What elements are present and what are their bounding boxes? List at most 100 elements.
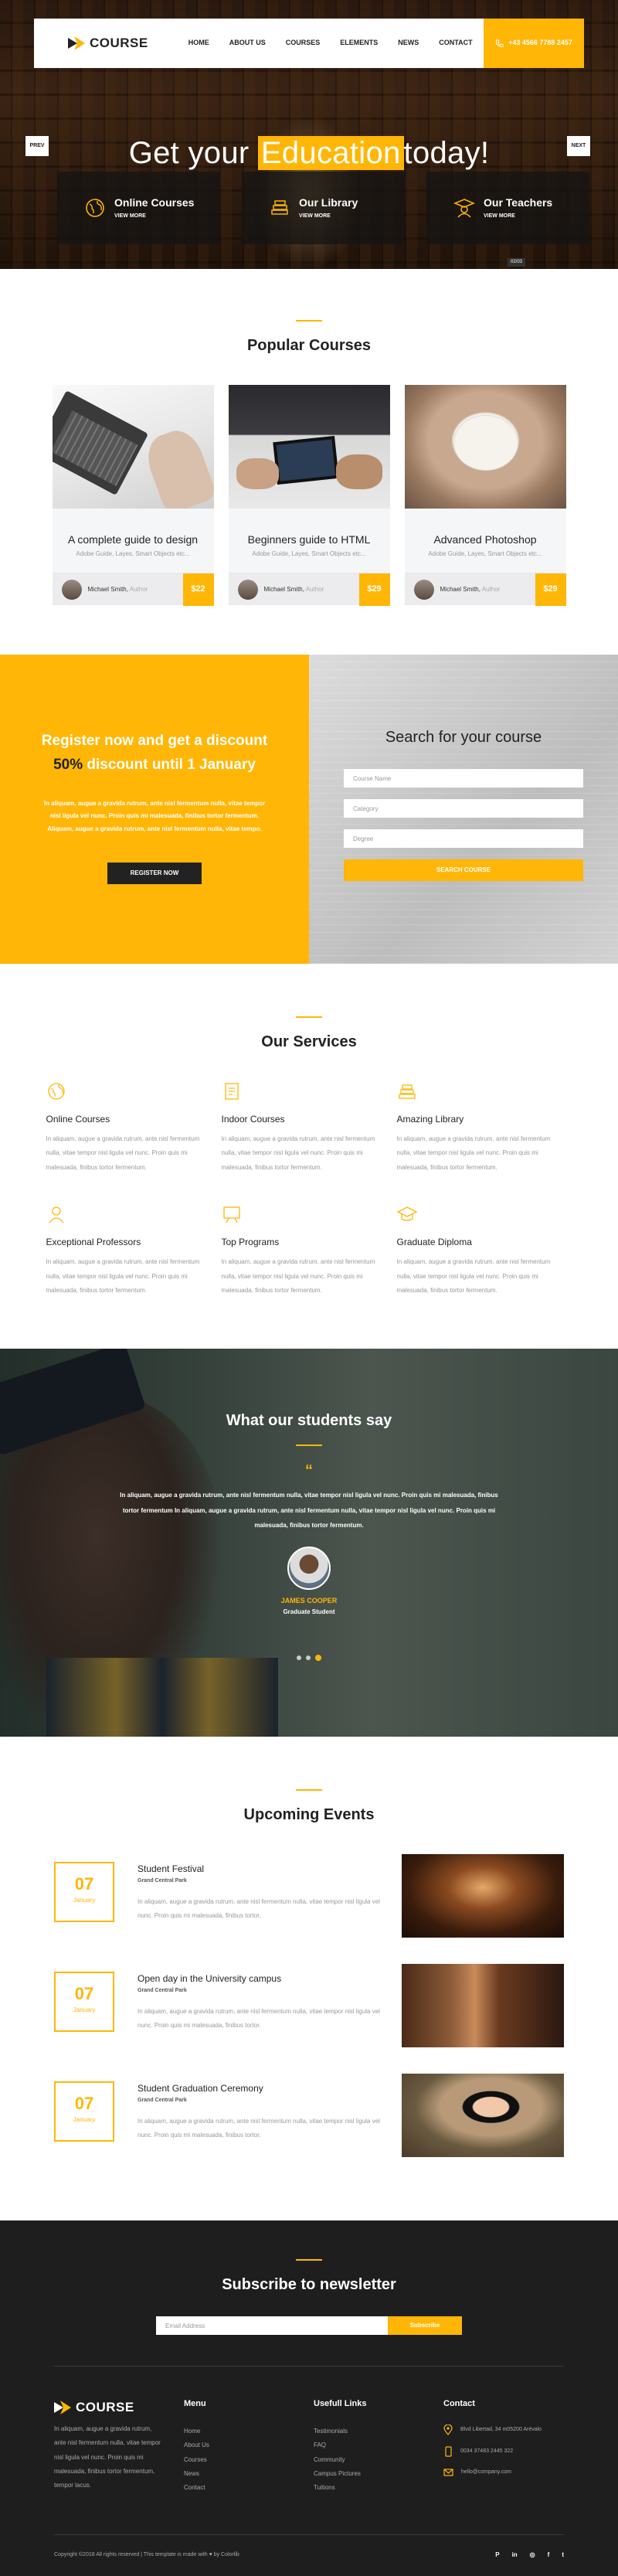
menu-item-about[interactable]: ABOUT US [229,38,266,49]
email-input[interactable] [156,2316,388,2336]
twitter-icon[interactable]: t [562,2550,564,2560]
facebook-icon[interactable]: f [548,2550,550,2560]
event-item: 07 January Open day in the University cam… [54,1964,564,2048]
course-image-laptop [52,385,214,509]
quote-icon: “ [305,1462,313,1480]
student-role: Graduate Student [283,1608,335,1616]
event-title[interactable]: Open day in the University campus [138,1972,386,1986]
event-date: 07 January [54,1862,114,1923]
slide-counter: 02/03 [508,258,526,267]
logo-mark-icon [68,36,85,50]
course-title[interactable]: A complete guide to design [60,532,206,548]
envelope-icon [443,2469,453,2476]
main-menu: HOME ABOUT US COURSES ELEMENTS NEWS CONT… [188,38,473,49]
feature-our-teachers[interactable]: Our Teachers VIEW MORE [426,172,589,244]
slider-dot-active[interactable] [315,1655,321,1662]
search-title: Search for your course [385,729,542,746]
course-price: $22 [182,573,214,606]
section-divider [296,1789,322,1792]
event-image-graduation [402,2074,564,2158]
course-title[interactable]: Beginners guide to HTML [236,532,382,548]
books-icon [271,200,288,215]
course-card[interactable]: Advanced Photoshop Adobe Guide, Layes, S… [404,385,566,606]
menu-item-home[interactable]: HOME [188,38,209,49]
footer-link[interactable]: Testimonials [314,2425,443,2438]
event-title[interactable]: Student Graduation Ceremony [138,2081,386,2095]
menu-item-news[interactable]: NEWS [398,38,419,49]
register-now-button[interactable]: REGISTER NOW [107,863,202,885]
newsletter-title: Subscribe to newsletter [222,2276,396,2294]
newsletter: Subscribe to newsletter Subscribe [54,2220,564,2367]
event-title[interactable]: Student Festival [138,1862,386,1876]
section-title: Upcoming Events [243,1806,375,1824]
footer-link[interactable]: Campus Pictures [314,2467,443,2481]
book-icon [224,1083,239,1100]
course-title[interactable]: Advanced Photoshop [413,532,559,548]
footer-email[interactable]: hello@company.com [461,2469,511,2477]
footer-link[interactable]: Contact [184,2481,314,2495]
earth-icon [86,199,104,217]
event-item: 07 January Student Graduation Ceremony Gr… [54,2074,564,2158]
slider-dot[interactable] [306,1656,311,1661]
footer-link[interactable]: News [184,2467,314,2481]
popular-courses-section: Popular Courses A complete guide to desi… [0,269,618,655]
hero-features: Online Courses VIEW MORE Our Library VIEW … [57,172,589,244]
service-item: Online Courses In aliquam, augue a gravi… [46,1081,222,1175]
menu-item-elements[interactable]: ELEMENTS [340,38,378,49]
feature-our-library[interactable]: Our Library VIEW MORE [242,172,405,244]
service-item: Indoor Courses In aliquam, augue a gravi… [222,1081,397,1175]
events-section: Upcoming Events 07 January Student Festiv… [0,1737,618,2220]
course-price: $29 [535,573,566,606]
slider-dot[interactable] [297,1656,301,1661]
feature-online-courses[interactable]: Online Courses VIEW MORE [57,172,220,244]
course-card[interactable]: A complete guide to design Adobe Guide, … [52,385,214,606]
footer-link[interactable]: Tuitions [314,2481,443,2495]
instagram-icon[interactable]: ◎ [530,2550,535,2560]
footer-about: COURSE In aliquam, augue a gravida rutru… [54,2397,184,2495]
footer-link[interactable]: Home [184,2425,314,2438]
footer-logo[interactable]: COURSE [54,2397,184,2418]
degree-input[interactable] [344,829,583,848]
copyright: Copyright ©2018 All rights reserved | Th… [54,2552,239,2558]
professor-icon [48,1206,64,1223]
menu-item-courses[interactable]: COURSES [286,38,321,49]
footer-link[interactable]: Community [314,2453,443,2467]
category-input[interactable] [344,799,583,818]
view-more-link[interactable]: VIEW MORE [114,213,194,221]
student-name: JAMES COOPER [280,1596,338,1604]
event-image-festival [402,1854,564,1938]
student-avatar [287,1546,331,1590]
course-card[interactable]: Beginners guide to HTML Adobe Guide, Lay… [228,385,390,606]
footer-about-text: In aliquam, augue a gravida rutrum, ante… [54,2425,161,2489]
section-divider [296,320,322,322]
earth-icon [47,1083,65,1100]
course-author: Michael Smith, Author [440,585,501,593]
footer-address: Blvd Libertad, 34 m05200 Arévalo [460,2426,542,2432]
register-text: In aliquam, augue a gravida rutrum, ante… [43,799,266,833]
search-course-button[interactable]: SEARCH COURSE [344,859,583,881]
footer-link[interactable]: FAQ [314,2438,443,2452]
social-links: P in ◎ f t [495,2550,564,2560]
logo[interactable]: COURSE [68,33,148,53]
section-divider [296,1445,322,1447]
subscribe-button[interactable]: Subscribe [388,2316,462,2336]
blackboard-icon [222,1206,240,1223]
course-price: $29 [358,573,390,606]
phone-box[interactable]: +43 4566 7788 2457 [484,19,584,68]
event-item: 07 January Student Festival Grand Central… [54,1854,564,1938]
books-icon [398,1084,416,1099]
testimonial-text: In aliquam, augue a gravida rutrum, ante… [120,1492,498,1529]
footer-link[interactable]: About Us [184,2438,314,2452]
pinterest-icon[interactable]: P [495,2550,499,2560]
footer-link[interactable]: Courses [184,2453,314,2467]
course-image-meeting [228,385,390,509]
event-image-library [402,1964,564,2048]
service-item: Amazing Library In aliquam, augue a grav… [397,1081,572,1175]
linkedin-icon[interactable]: in [512,2550,518,2560]
view-more-link[interactable]: VIEW MORE [484,213,552,221]
mortarboard-icon [396,1206,417,1221]
course-name-input[interactable] [344,769,583,788]
menu-item-contact[interactable]: CONTACT [439,38,472,49]
register-section: Register now and get a discount 50% disc… [0,655,618,964]
view-more-link[interactable]: VIEW MORE [299,213,358,221]
